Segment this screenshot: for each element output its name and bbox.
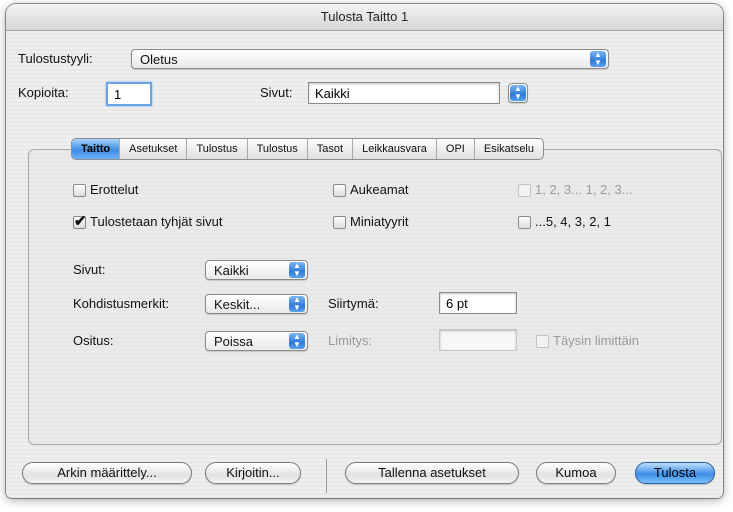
copies-field[interactable] [106,82,152,106]
tiling-value: Poissa [214,334,254,349]
overlap-label: Limitys: [328,333,373,348]
checkmark-icon: ✔ [74,213,87,230]
print-style-popup[interactable]: Oletus ▲ ▼ [131,49,609,69]
separations-checkbox[interactable] [73,184,86,197]
button-divider [326,459,327,493]
tiling-popup[interactable]: Poissa ▲ ▼ [205,331,308,351]
print-dialog: Tulosta Taitto 1 Tulostustyyli: Oletus ▲… [6,4,723,498]
offset-label: Siirtymä: [328,296,379,311]
order-reverse-label: ...5, 4, 3, 2, 1 [535,214,611,229]
absolute-overlap-label: Täysin limittäin [553,333,639,348]
offset-input[interactable] [440,293,516,313]
dialog-content: Tulostustyyli: Oletus ▲▼ Kopioita: Sivut… [6,31,723,498]
popup-arrows-icon: ▲ ▼ [510,85,526,101]
tab-tasot[interactable]: Tasot [308,139,354,159]
print-blank-pages-checkbox[interactable]: ✔ [73,213,87,230]
absolute-overlap-checkbox[interactable] [536,335,549,348]
copies-input[interactable] [108,84,150,104]
overlap-input[interactable] [440,330,516,350]
thumbnails-checkbox[interactable] [333,216,346,229]
pages-value: Kaikki [214,263,249,278]
registration-value: Keskit... [214,297,261,312]
popup-arrows-icon: ▲ ▼ [289,262,305,278]
copies-label: Kopioita: [18,85,69,100]
tab-tulostus-2[interactable]: Tulostus [248,139,308,159]
spreads-label: Aukeamat [350,182,409,197]
tiling-label: Ositus: [73,333,114,348]
print-style-value: Oletus [140,52,178,67]
tab-esikatselu[interactable]: Esikatselu [475,139,543,159]
order-123-label: 1, 2, 3... 1, 2, 3... [535,182,633,197]
pages-top-label: Sivut: [260,85,293,100]
pages-top-input[interactable] [309,83,499,103]
tab-bar: Taitto Asetukset Tulostus Tulostus Tasot… [71,138,544,160]
window-title: Tulosta Taitto 1 [6,4,723,31]
pages-top-field[interactable] [308,82,500,104]
popup-arrows-icon: ▲ ▼ [590,51,606,67]
pages-label: Sivut: [73,262,106,277]
popup-arrows-icon: ▲ ▼ [289,333,305,349]
printer-button[interactable]: Kirjoitin... [205,462,301,484]
cancel-button[interactable]: Kumoa [536,462,616,484]
tab-tulostus-1[interactable]: Tulostus [187,139,248,159]
overlap-field[interactable] [439,329,517,351]
spreads-checkbox[interactable] [333,184,346,197]
print-style-label: Tulostustyyli: [18,51,93,66]
thumbnails-label: Miniatyyrit [350,214,409,229]
pages-popup[interactable]: Kaikki ▲ ▼ [205,260,308,280]
tab-leikkausvara[interactable]: Leikkausvara [353,139,437,159]
order-reverse-checkbox[interactable] [518,216,531,229]
page-setup-button[interactable]: Arkin määrittely... [22,462,192,484]
pages-top-popup[interactable]: ▲ ▼ [508,83,528,103]
tab-opi[interactable]: OPI [437,139,475,159]
order-123-checkbox[interactable] [518,184,531,197]
save-settings-button[interactable]: Tallenna asetukset [345,462,519,484]
offset-field[interactable] [439,292,517,314]
registration-label: Kohdistusmerkit: [73,296,170,311]
popup-arrows-icon: ▲ ▼ [289,296,305,312]
separations-label: Erottelut [90,182,139,197]
print-button[interactable]: Tulosta [635,462,715,484]
tab-taitto[interactable]: Taitto [72,139,121,159]
print-blank-pages-label: Tulostetaan tyhjät sivut [90,214,223,229]
tab-asetukset[interactable]: Asetukset [120,139,188,159]
registration-popup[interactable]: Keskit... ▲ ▼ [205,294,308,314]
